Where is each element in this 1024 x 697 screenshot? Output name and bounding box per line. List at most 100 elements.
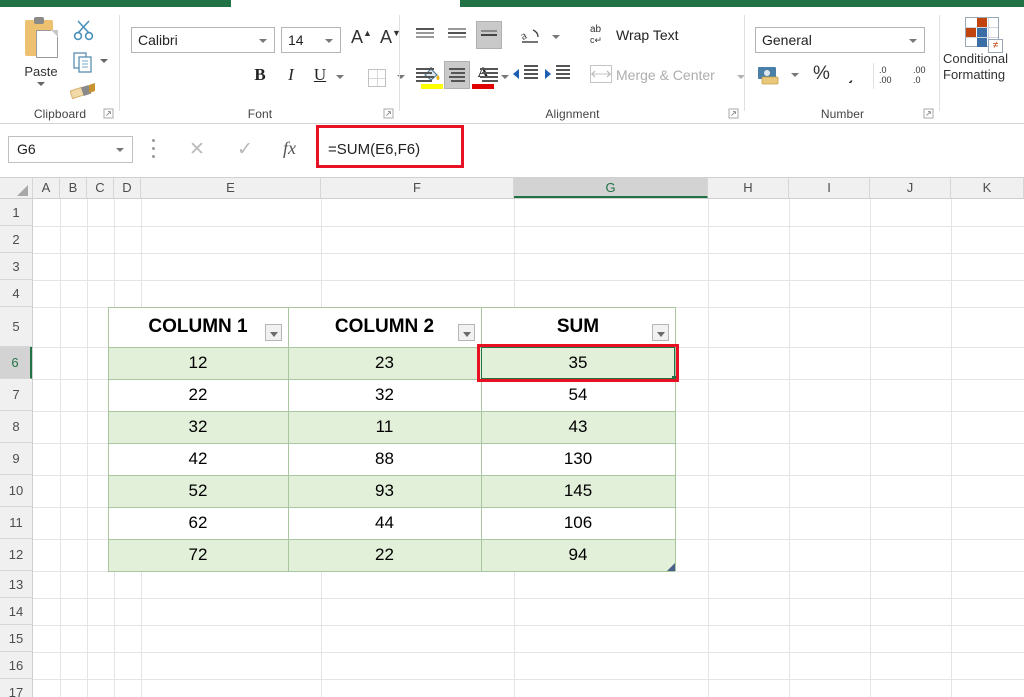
number-format-select[interactable]: General — [755, 27, 925, 53]
comma-style-button[interactable]: ͵ — [848, 63, 854, 85]
insert-function-icon[interactable]: fx — [283, 138, 296, 159]
italic-button[interactable]: I — [279, 65, 303, 85]
table-resize-handle-icon[interactable] — [667, 563, 675, 571]
row-header-17[interactable]: 17 — [0, 679, 32, 697]
column-header-D[interactable]: D — [114, 178, 141, 198]
table-cell-G7[interactable]: 54 — [481, 379, 675, 411]
align-right-icon[interactable] — [476, 63, 502, 87]
column-header-A[interactable]: A — [33, 178, 60, 198]
column-header-H[interactable]: H — [708, 178, 789, 198]
percent-style-button[interactable]: % — [813, 63, 830, 85]
row-header-4[interactable]: 4 — [0, 280, 32, 307]
copy-chevron-down-icon[interactable] — [100, 59, 108, 63]
table-cell-E7[interactable]: 22 — [108, 379, 288, 411]
copy-icon[interactable] — [72, 51, 96, 73]
table-cell-E12[interactable]: 72 — [108, 539, 288, 571]
table-cell-G10[interactable]: 145 — [481, 475, 675, 507]
align-left-icon[interactable] — [412, 63, 438, 87]
column-header-E[interactable]: E — [141, 178, 321, 198]
formula-input[interactable]: =SUM(E6,F6) — [318, 133, 1024, 167]
cells-area[interactable]: COLUMN 1 COLUMN 2 SUM 12 23 35 22 32 54 32 11 43 42 8… — [33, 199, 1024, 697]
conditional-formatting-button[interactable]: ≠ Conditional Formatting — [940, 17, 1024, 83]
decrease-font-size-icon[interactable]: A▼ — [380, 27, 401, 48]
row-header-10[interactable]: 10 — [0, 475, 32, 507]
column-header-I[interactable]: I — [789, 178, 870, 198]
table-header-cell[interactable]: SUM — [481, 307, 675, 347]
align-bottom-icon[interactable] — [476, 21, 502, 49]
column-header-J[interactable]: J — [870, 178, 951, 198]
row-header-13[interactable]: 13 — [0, 571, 32, 598]
font-size-input[interactable]: 14 — [281, 27, 341, 53]
cancel-icon[interactable]: ✕ — [189, 138, 205, 161]
align-top-icon[interactable] — [412, 23, 438, 47]
scissors-icon[interactable] — [72, 19, 96, 41]
align-middle-icon[interactable] — [444, 23, 470, 47]
name-box[interactable]: G6 — [8, 136, 133, 163]
row-header-6[interactable]: 6 — [0, 347, 32, 379]
table-header-cell[interactable]: COLUMN 1 — [108, 307, 288, 347]
wrap-text-label[interactable]: Wrap Text — [616, 27, 679, 43]
underline-chevron-down-icon[interactable] — [336, 75, 344, 79]
borders-icon[interactable] — [368, 69, 386, 87]
table-cell-E10[interactable]: 52 — [108, 475, 288, 507]
paste-chevron-down-icon[interactable] — [37, 82, 45, 86]
row-header-9[interactable]: 9 — [0, 443, 32, 475]
font-dialog-launcher-icon[interactable] — [383, 108, 394, 119]
alignment-dialog-launcher-icon[interactable] — [728, 108, 739, 119]
format-painter-icon[interactable] — [69, 81, 95, 103]
column-header-K[interactable]: K — [951, 178, 1024, 198]
filter-dropdown-icon[interactable] — [458, 324, 475, 341]
column-header-C[interactable]: C — [87, 178, 114, 198]
table-cell-F12[interactable]: 22 — [288, 539, 481, 571]
table-cell-F9[interactable]: 88 — [288, 443, 481, 475]
row-header-12[interactable]: 12 — [0, 539, 32, 571]
fill-handle[interactable] — [672, 376, 678, 382]
accounting-chevron-down-icon[interactable] — [791, 73, 799, 77]
table-cell-E6[interactable]: 12 — [108, 347, 288, 379]
table-cell-G12[interactable]: 94 — [481, 539, 675, 571]
orientation-chevron-down-icon[interactable] — [552, 35, 560, 39]
number-format-chevron-down-icon[interactable] — [909, 39, 917, 43]
table-cell-E8[interactable]: 32 — [108, 411, 288, 443]
column-header-B[interactable]: B — [60, 178, 87, 198]
row-header-5[interactable]: 5 — [0, 307, 32, 347]
row-header-11[interactable]: 11 — [0, 507, 32, 539]
column-header-G[interactable]: G — [514, 178, 708, 198]
orientation-icon[interactable]: a — [517, 25, 546, 49]
font-name-input[interactable]: Calibri — [131, 27, 275, 53]
underline-button[interactable]: U — [308, 65, 332, 85]
row-header-8[interactable]: 8 — [0, 411, 32, 443]
row-header-14[interactable]: 14 — [0, 598, 32, 625]
table-cell-G11[interactable]: 106 — [481, 507, 675, 539]
enter-icon[interactable]: ✓ — [237, 138, 253, 161]
accounting-format-icon[interactable] — [757, 65, 783, 87]
row-header-1[interactable]: 1 — [0, 199, 32, 226]
table-cell-E11[interactable]: 62 — [108, 507, 288, 539]
number-dialog-launcher-icon[interactable] — [923, 108, 934, 119]
table-header-cell[interactable]: COLUMN 2 — [288, 307, 481, 347]
row-header-15[interactable]: 15 — [0, 625, 32, 652]
filter-dropdown-icon[interactable] — [265, 324, 282, 341]
table-cell-F7[interactable]: 32 — [288, 379, 481, 411]
align-center-icon[interactable] — [444, 61, 470, 89]
ab-wrap-icon[interactable]: ab c↵ — [590, 25, 612, 49]
font-name-chevron-down-icon[interactable] — [259, 39, 267, 43]
filter-dropdown-icon[interactable] — [652, 324, 669, 341]
bold-button[interactable]: B — [248, 65, 272, 85]
paste-button[interactable]: Paste — [12, 17, 70, 103]
increase-decimal-icon[interactable]: .0 .00 — [879, 65, 909, 85]
column-header-F[interactable]: F — [321, 178, 514, 198]
font-size-chevron-down-icon[interactable] — [325, 39, 333, 43]
select-all-corner[interactable] — [0, 178, 33, 198]
table-cell-F6[interactable]: 23 — [288, 347, 481, 379]
clipboard-dialog-launcher-icon[interactable] — [103, 108, 114, 119]
active-ribbon-tab[interactable] — [231, 0, 460, 7]
table-cell-F8[interactable]: 11 — [288, 411, 481, 443]
table-cell-E9[interactable]: 42 — [108, 443, 288, 475]
table-cell-G9[interactable]: 130 — [481, 443, 675, 475]
table-cell-G8[interactable]: 43 — [481, 411, 675, 443]
decrease-indent-icon[interactable] — [513, 65, 539, 85]
name-box-chevron-down-icon[interactable] — [116, 148, 124, 152]
row-header-16[interactable]: 16 — [0, 652, 32, 679]
increase-font-size-icon[interactable]: A▲ — [351, 27, 372, 48]
